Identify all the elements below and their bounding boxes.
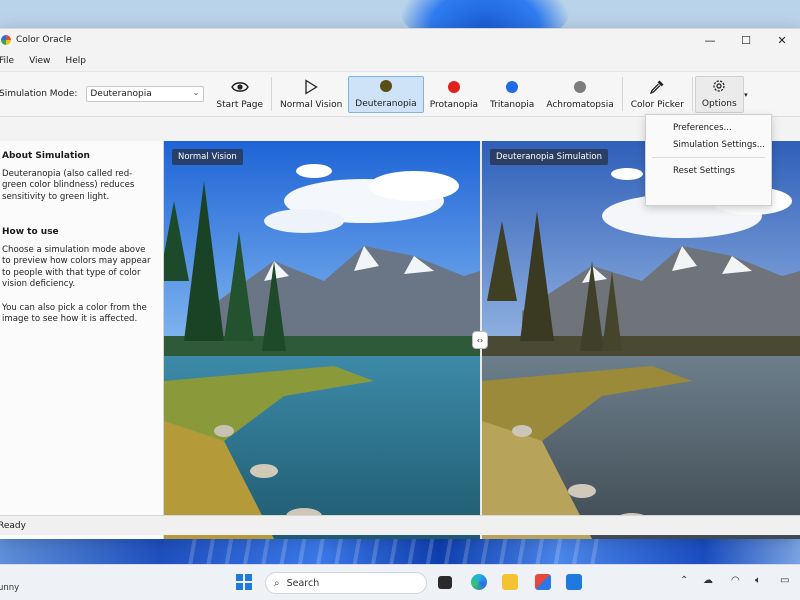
eye-icon <box>230 78 249 96</box>
menu-preferences[interactable]: Preferences... <box>646 119 771 136</box>
taskbar: unny ⌕ Search ⌃ ☁ ◠ 🔈︎ ▭ <box>0 564 800 600</box>
tritanopia-dot-icon <box>506 80 519 93</box>
start-page-label: Start Page <box>216 99 263 110</box>
howto-text-2: You can also pick a color from the image… <box>2 302 147 325</box>
simulation-mode-label: Simulation Mode: <box>0 89 78 99</box>
search-icon: ⌕ <box>274 577 280 589</box>
normal-vision-button[interactable]: Normal Vision <box>274 76 348 113</box>
simulation-mode-value: Deuteranopia <box>90 89 152 99</box>
achromatopsia-button[interactable]: Achromatopsia <box>540 76 619 113</box>
weather-widget[interactable]: unny <box>0 583 19 593</box>
options-label: Options <box>701 98 737 109</box>
toolbar-separator <box>271 77 272 111</box>
protanopia-label: Protanopia <box>429 99 478 110</box>
tritanopia-button[interactable]: Tritanopia <box>484 76 540 113</box>
edge-browser-icon[interactable] <box>471 574 487 590</box>
status-text: Ready <box>0 520 26 531</box>
about-text: Deuteranopia (also called red-green colo… <box>2 168 135 202</box>
simulation-mode-select[interactable]: Deuteranopia ⌄ <box>86 86 205 102</box>
toolbar-separator <box>691 77 693 111</box>
wifi-icon[interactable]: ◠ <box>731 575 740 586</box>
taskbar-search[interactable]: ⌕ Search <box>265 572 427 594</box>
menu-help[interactable]: Help <box>65 56 93 66</box>
achromatopsia-label: Achromatopsia <box>546 99 614 110</box>
chevron-down-icon: ⌄ <box>192 88 200 97</box>
search-placeholder: Search <box>286 577 320 589</box>
menu-reset-settings[interactable]: Reset Settings <box>646 162 771 179</box>
normal-vision-image: Normal Vision <box>164 141 480 539</box>
menu-file[interactable]: File <box>0 56 21 66</box>
status-bar: Ready <box>0 515 800 535</box>
protanopia-button[interactable]: Protanopia <box>424 76 484 113</box>
howto-heading: How to use <box>2 227 59 237</box>
menu-view[interactable]: View <box>29 56 57 66</box>
file-explorer-icon[interactable] <box>502 574 518 590</box>
deuteranopia-button[interactable]: Deuteranopia <box>348 75 424 113</box>
store-icon[interactable] <box>535 574 551 590</box>
protanopia-dot-icon <box>447 80 460 93</box>
play-icon <box>304 78 318 96</box>
mail-icon[interactable] <box>566 574 582 590</box>
app-logo-icon <box>1 35 11 45</box>
toolbar-separator <box>621 77 623 111</box>
options-button[interactable]: Options ▾ <box>694 75 748 113</box>
window-title: Color Oracle <box>16 35 72 45</box>
color-picker-button[interactable]: Color Picker <box>625 76 690 113</box>
start-page-button[interactable]: Start Page <box>210 76 269 113</box>
color-picker-label: Color Picker <box>630 99 684 110</box>
gear-icon <box>711 77 727 95</box>
app-window: Color Oracle — ☐ ✕ File View Help Simula… <box>0 28 800 539</box>
about-heading: About Simulation <box>2 151 90 161</box>
window-controls: — ☐ ✕ <box>692 29 800 51</box>
battery-icon[interactable]: ▭ <box>780 575 789 586</box>
minimize-button[interactable]: — <box>692 29 728 51</box>
normal-vision-label: Normal Vision <box>280 99 343 110</box>
windows-start-icon[interactable] <box>236 574 252 590</box>
maximize-button[interactable]: ☐ <box>728 29 764 51</box>
split-handle[interactable]: ‹› <box>472 331 488 349</box>
deuteranopia-dot-icon <box>380 79 392 92</box>
tritanopia-label: Tritanopia <box>489 99 535 110</box>
task-view-icon[interactable] <box>438 576 452 589</box>
caret-down-icon: ▾ <box>744 90 748 99</box>
toolbar: Simulation Mode: Deuteranopia ⌄ Start Pa… <box>0 71 800 117</box>
deuteranopia-label: Deuteranopia <box>355 98 417 109</box>
title-bar[interactable]: Color Oracle — ☐ ✕ <box>0 29 800 51</box>
howto-text: Choose a simulation mode above to previe… <box>2 244 151 290</box>
options-menu: Preferences... Simulation Settings... Re… <box>645 114 772 206</box>
normal-vision-label-badge: Normal Vision <box>172 149 243 165</box>
eyedropper-icon <box>649 78 665 96</box>
menu-bar: File View Help <box>0 51 800 71</box>
menu-simulation-settings[interactable]: Simulation Settings... <box>646 136 771 153</box>
chevron-up-icon[interactable]: ⌃ <box>680 575 688 586</box>
close-button[interactable]: ✕ <box>764 29 800 51</box>
cloud-icon[interactable]: ☁ <box>703 575 713 586</box>
volume-icon[interactable]: 🔈︎ <box>755 575 761 586</box>
menu-separator <box>652 157 765 158</box>
achromatopsia-dot-icon <box>574 80 587 93</box>
info-sidebar: About Simulation Deuteranopia (also call… <box>0 141 164 539</box>
deuteranopia-label-badge: Deuteranopia Simulation <box>490 149 608 165</box>
